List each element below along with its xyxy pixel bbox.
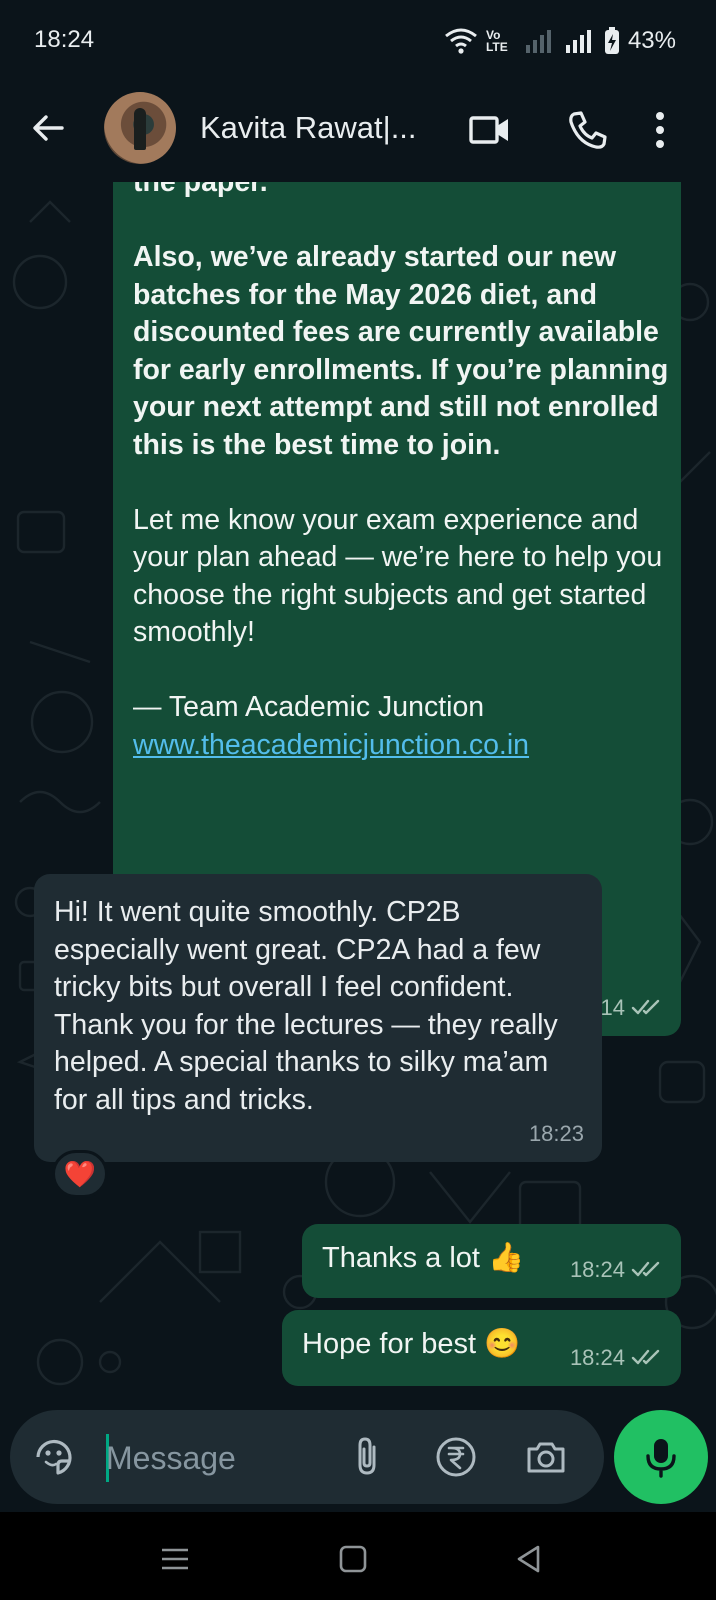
message-time: 18:24: [569, 1344, 625, 1370]
status-time: 18:24: [34, 26, 95, 53]
message-bold-paragraph: Also, we’ve already started our new batc…: [133, 241, 669, 461]
heart-reaction: ❤️: [63, 1158, 97, 1189]
chat-header: Kavita Rawat|...: [0, 84, 716, 182]
signal-icon: [565, 30, 591, 53]
reaction-badge[interactable]: ❤️: [52, 1150, 108, 1198]
voice-message-button[interactable]: [614, 1410, 708, 1504]
message-signature: — Team Academic Junction: [133, 691, 485, 723]
home-nav-icon[interactable]: [336, 1542, 370, 1576]
message-time: 18:24: [569, 1256, 625, 1282]
more-options-icon[interactable]: [650, 108, 670, 152]
rupee-payment-icon[interactable]: [434, 1435, 478, 1479]
system-nav-bar: [0, 1512, 716, 1600]
message-paragraph: Let me know your exam experience and you…: [133, 503, 663, 649]
menu-nav-icon[interactable]: [158, 1542, 192, 1576]
message-text: Hi! It went quite smoothly. CP2B especia…: [54, 896, 558, 1116]
message-meta: 18:24: [570, 1339, 663, 1377]
phone-icon[interactable]: [566, 108, 610, 152]
attach-icon[interactable]: [346, 1435, 390, 1479]
chat-area[interactable]: the paper. Also, we’ve already started o…: [0, 182, 716, 1512]
battery-icon: [604, 27, 619, 54]
double-check-icon: [631, 1350, 660, 1365]
message-time: 18:23: [528, 1120, 584, 1146]
network-label: Vo LTE: [485, 28, 508, 54]
message-meta: 18:24: [570, 1251, 663, 1289]
message-meta: 18:23: [529, 1115, 584, 1153]
double-check-icon: [631, 1000, 660, 1015]
wifi-icon: [445, 28, 477, 54]
message-text: Thanks a lot 👍: [322, 1242, 525, 1274]
sticker-icon[interactable]: [32, 1435, 76, 1479]
outgoing-message-bubble[interactable]: Thanks a lot 👍 18:24: [302, 1224, 681, 1298]
website-link[interactable]: www.theacademicjunction.co.in: [133, 729, 529, 761]
incoming-message-bubble[interactable]: Hi! It went quite smoothly. CP2B especia…: [34, 874, 602, 1162]
message-text: the paper. Also, we’ve already started o…: [133, 182, 673, 764]
back-nav-icon[interactable]: [512, 1542, 546, 1576]
message-text: Hope for best 😊: [302, 1328, 521, 1360]
video-call-icon[interactable]: [468, 108, 512, 152]
message-composer: [10, 1410, 604, 1504]
message-input[interactable]: [106, 1436, 356, 1480]
message-partial-line: the paper.: [133, 182, 268, 198]
status-indicators: Vo LTE 43%: [444, 24, 676, 58]
avatar[interactable]: [104, 92, 176, 164]
contact-name[interactable]: Kavita Rawat|...: [200, 110, 417, 146]
mic-icon: [646, 1439, 676, 1478]
double-check-icon: [631, 1262, 660, 1277]
outgoing-message-bubble[interactable]: Hope for best 😊 18:24: [282, 1310, 681, 1386]
status-bar: 18:24 Vo LTE 43%: [0, 0, 716, 84]
camera-icon[interactable]: [524, 1435, 568, 1479]
back-arrow-icon[interactable]: [28, 108, 68, 148]
battery-percent: 43%: [627, 27, 676, 54]
signal-icon: [525, 30, 551, 53]
